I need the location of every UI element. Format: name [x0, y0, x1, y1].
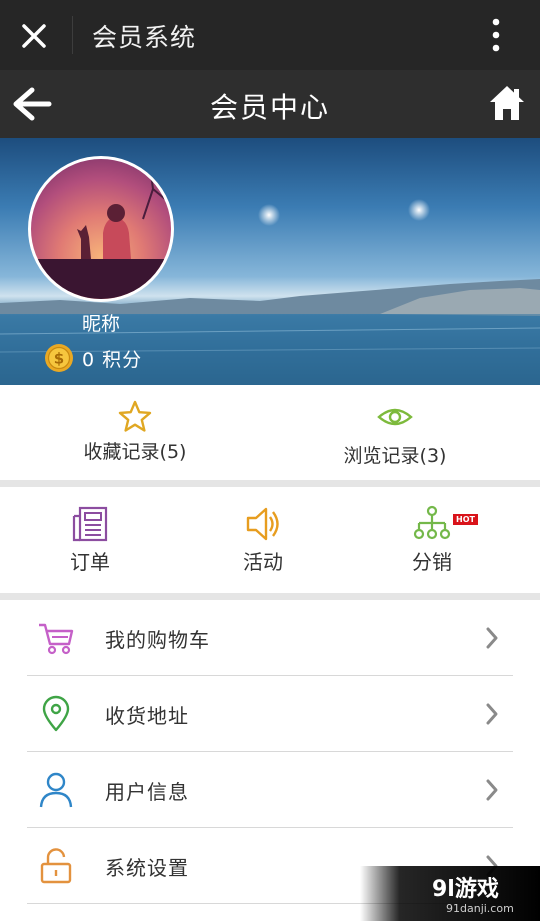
watermark-url: 91danji.com — [446, 902, 514, 915]
section-gap — [0, 480, 540, 487]
cart-label: 我的购物车 — [105, 628, 210, 652]
orders-label: 订单 — [70, 550, 110, 574]
distribution-icon — [413, 505, 451, 540]
chevron-right-icon — [486, 703, 498, 725]
watermark-logo: 9l游戏 — [432, 876, 499, 902]
star-icon — [118, 400, 152, 432]
settings-label: 系统设置 — [105, 856, 189, 880]
cart-icon — [39, 623, 74, 655]
menu-item-cart[interactable]: 我的购物车 — [27, 600, 513, 676]
avatar[interactable] — [28, 156, 174, 302]
close-icon[interactable] — [14, 16, 54, 56]
favorites-label: 收藏记录(5) — [83, 441, 187, 463]
orders-icon — [72, 506, 108, 542]
records-row: 收藏记录(5) 浏览记录(3) — [0, 385, 540, 480]
page-header: 会员中心 — [0, 70, 540, 138]
section-gap — [0, 593, 540, 600]
svg-text:9l游戏: 9l游戏 — [432, 876, 499, 902]
activity-label: 活动 — [243, 550, 283, 574]
orders-action[interactable]: 订单 — [20, 487, 160, 593]
wechat-top-bar: 会员系统 — [0, 0, 540, 70]
nickname[interactable]: 昵称 — [28, 309, 174, 336]
more-options-icon[interactable] — [484, 15, 508, 55]
browse-label: 浏览记录(3) — [343, 445, 447, 467]
browse-record[interactable]: 浏览记录(3) — [260, 385, 530, 480]
speaker-icon — [246, 507, 279, 541]
points-display: $ 0 积分 — [44, 343, 142, 373]
profile-banner: 昵称 $ 0 积分 — [0, 138, 540, 385]
activity-action[interactable]: 活动 — [193, 487, 333, 593]
wechat-title: 会员系统 — [92, 23, 197, 52]
menu-item-user-info[interactable]: 用户信息 — [27, 752, 513, 828]
coin-icon: $ — [45, 344, 73, 372]
user-icon — [39, 772, 73, 808]
unlock-icon — [40, 848, 72, 884]
user-info-label: 用户信息 — [105, 780, 189, 804]
chevron-right-icon — [486, 779, 498, 801]
distribution-action[interactable]: 分销 — [362, 487, 502, 593]
divider — [72, 16, 73, 54]
page-title: 会员中心 — [209, 91, 330, 124]
points-value: 0 积分 — [82, 348, 143, 371]
quick-actions: 订单 活动 分销 — [0, 487, 540, 593]
address-label: 收货地址 — [105, 704, 189, 728]
hot-badge: HOT — [453, 514, 478, 525]
svg-text:$: $ — [54, 350, 64, 368]
favorites-record[interactable]: 收藏记录(5) — [0, 385, 270, 480]
menu-item-address[interactable]: 收货地址 — [27, 676, 513, 752]
chevron-right-icon — [486, 627, 498, 649]
distribution-label: 分销 — [412, 550, 452, 574]
eye-icon — [377, 408, 413, 426]
location-pin-icon — [42, 695, 70, 732]
home-icon[interactable] — [487, 83, 527, 123]
avatar-image — [31, 159, 171, 299]
